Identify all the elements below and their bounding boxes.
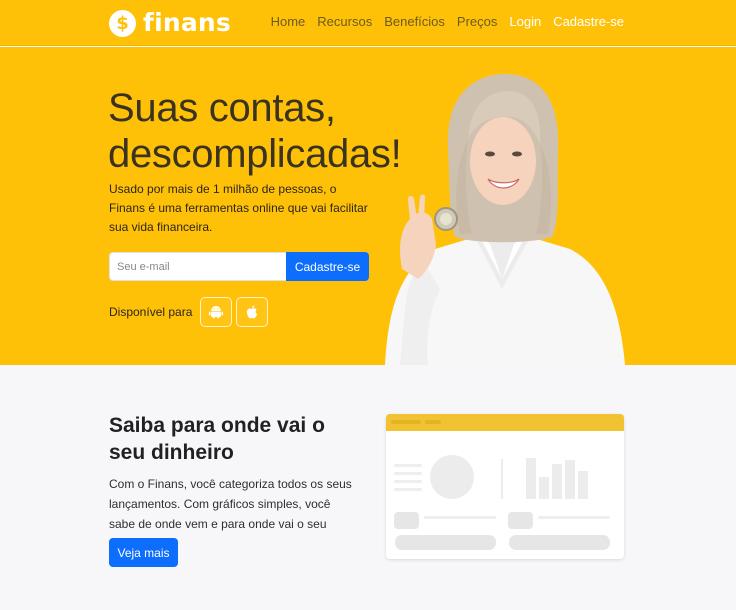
features-section: Saiba para onde vai o seu dinheiro Com o…	[0, 365, 736, 610]
navbar: $ finans Home Recursos Benefícios Preços…	[0, 0, 736, 46]
brand-logo[interactable]: $ finans	[109, 8, 231, 38]
apple-button[interactable]	[236, 297, 269, 327]
nav-beneficios[interactable]: Benefícios	[384, 13, 445, 31]
hero-description: Usado por mais de 1 milhão de pessoas, o…	[109, 182, 368, 234]
apple-icon	[247, 305, 258, 319]
dollar-coin-icon: $	[109, 9, 136, 37]
nav-recursos[interactable]: Recursos	[317, 13, 372, 31]
android-button[interactable]	[200, 297, 233, 327]
nav-login[interactable]: Login	[509, 13, 541, 31]
dashboard-preview-image	[386, 414, 624, 559]
hero-title: Suas contas, descomplicadas!	[108, 86, 402, 176]
see-more-button[interactable]: Veja mais	[109, 538, 178, 567]
nav-home[interactable]: Home	[271, 13, 306, 31]
available-platforms: Disponível para	[109, 297, 269, 327]
android-icon	[209, 306, 224, 319]
email-input[interactable]	[109, 252, 286, 281]
signup-button[interactable]: Cadastre-se	[286, 252, 369, 281]
signup-form: Cadastre-se	[109, 252, 369, 281]
dashboard-preview-graphic	[386, 414, 624, 550]
hero-section: Suas contas, descomplicadas! Usado por m…	[0, 47, 736, 365]
available-label: Disponível para	[109, 305, 193, 319]
section-title: Saiba para onde vai o seu dinheiro	[109, 414, 325, 464]
nav-cadastre-se[interactable]: Cadastre-se	[553, 13, 624, 31]
brand-name: finans	[143, 8, 231, 37]
nav-links: Home Recursos Benefícios Preços Login Ca…	[259, 13, 624, 31]
hero-woman-image	[385, 74, 625, 365]
nav-precos[interactable]: Preços	[457, 13, 497, 31]
